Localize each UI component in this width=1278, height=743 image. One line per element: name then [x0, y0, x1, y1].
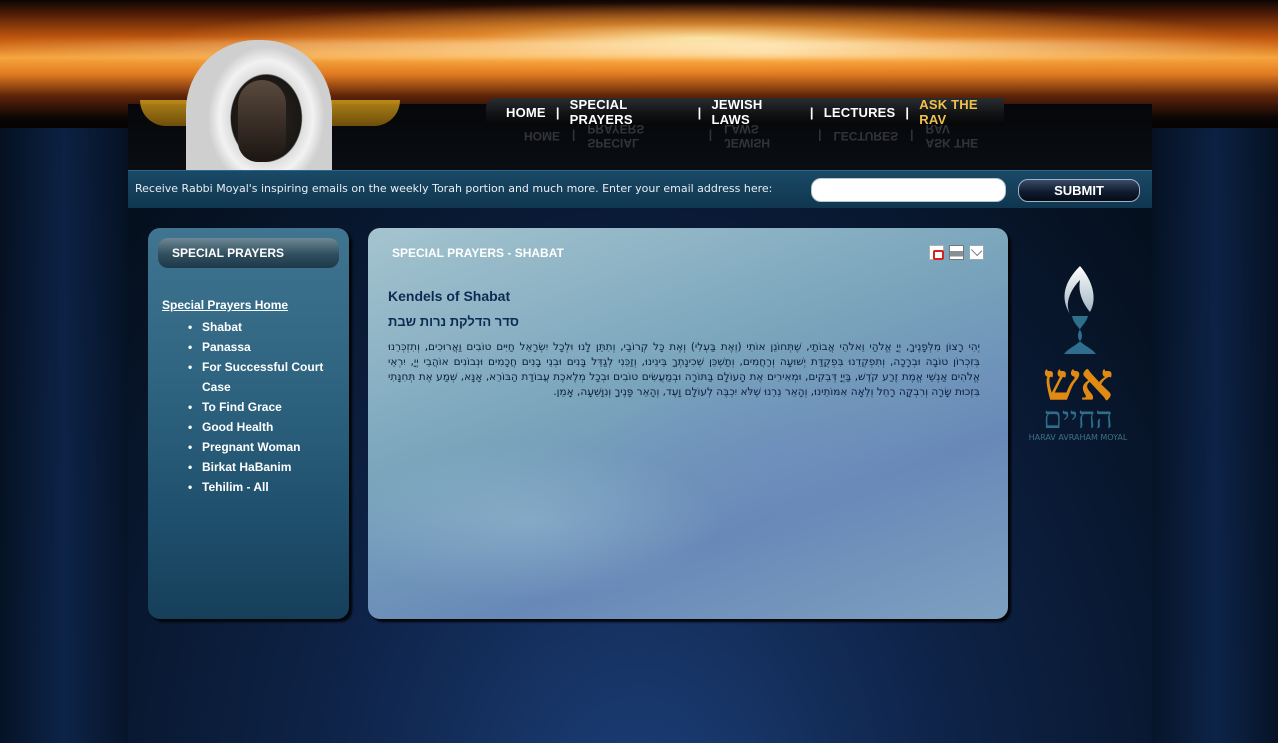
background-right-glow [1152, 125, 1278, 743]
sidebar-item-court-case[interactable]: For Successful Court Case [188, 357, 332, 397]
email-signup-bar: Receive Rabbi Moyal's inspiring emails o… [128, 170, 1152, 208]
nav-reflection-jewish-laws: JEWISH LAWS [724, 122, 771, 150]
flame-icon [1064, 266, 1094, 314]
logo-credit: HARAV AVRAHAM MOYAL [1028, 433, 1128, 442]
sidebar-item-find-grace[interactable]: To Find Grace [188, 397, 332, 417]
background-left-glow [0, 125, 128, 743]
sidebar-title: SPECIAL PRAYERS [158, 238, 339, 268]
logo-graphic: אש החיים [1043, 266, 1113, 436]
nav-reflection-separator: | [910, 129, 914, 143]
sidebar-item-birkat-habanim[interactable]: Birkat HaBanim [188, 457, 332, 477]
nav-reflection-separator: | [572, 129, 576, 143]
sidebar-item-good-health[interactable]: Good Health [188, 417, 332, 437]
pdf-icon[interactable] [929, 245, 944, 260]
nav-separator: | [905, 104, 910, 120]
submit-button[interactable]: SUBMIT [1018, 179, 1140, 202]
sidebar: SPECIAL PRAYERS Special Prayers Home Sha… [148, 228, 349, 619]
portrait-face [238, 80, 286, 162]
sidebar-list: Shabat Panassa For Successful Court Case… [188, 317, 332, 497]
content-subtitle-hebrew: סדר הדלקת נרות שבת [388, 314, 519, 329]
nav-reflection-separator: | [708, 129, 713, 143]
nav-separator: | [697, 104, 702, 120]
nav-reflection: HOME | SPECIAL PRAYERS | JEWISH LAWS | L… [486, 122, 1004, 150]
sidebar-item-panassa[interactable]: Panassa [188, 337, 332, 357]
sidebar-item-shabat[interactable]: Shabat [188, 317, 332, 337]
nav-reflection-special-prayers: SPECIAL PRAYERS [587, 122, 645, 150]
sidebar-home-link[interactable]: Special Prayers Home [162, 298, 288, 312]
esh-hachaim-logo: אש החיים HARAV AVRAHAM MOYAL [1020, 262, 1136, 446]
sidebar-item-tehilim[interactable]: Tehilim - All [188, 477, 332, 497]
nav-lectures[interactable]: LECTURES [824, 105, 896, 120]
content-tools [929, 245, 984, 260]
menorah-stem-icon [1064, 316, 1096, 354]
content-title: Kendels of Shabat [388, 288, 511, 304]
nav-reflection-home: HOME [524, 129, 560, 143]
mail-icon[interactable] [969, 245, 984, 260]
print-icon[interactable] [949, 245, 964, 260]
nav-home[interactable]: HOME [506, 105, 546, 120]
email-signup-text: Receive Rabbi Moyal's inspiring emails o… [135, 182, 773, 195]
nav-reflection-separator: | [818, 129, 822, 143]
nav-reflection-lectures: LECTURES [833, 129, 899, 143]
nav-separator: | [809, 104, 814, 120]
content-panel: SPECIAL PRAYERS - SHABAT Kendels of Shab… [368, 228, 1008, 619]
email-input[interactable] [811, 178, 1006, 202]
sunset-streak [0, 40, 1278, 58]
rabbi-portrait [186, 40, 332, 170]
nav-reflection-ask: ASK THE RAV [925, 122, 979, 150]
nav-separator: | [555, 104, 560, 120]
prayer-text: יְהִי רָצוֹן מִלְּפָנֶיךָ, יְיָ אֱלֹהַי … [388, 341, 980, 398]
sidebar-item-pregnant-woman[interactable]: Pregnant Woman [188, 437, 332, 457]
logo-hebrew-bottom: החיים [1043, 401, 1112, 432]
content-header: SPECIAL PRAYERS - SHABAT [392, 246, 564, 260]
